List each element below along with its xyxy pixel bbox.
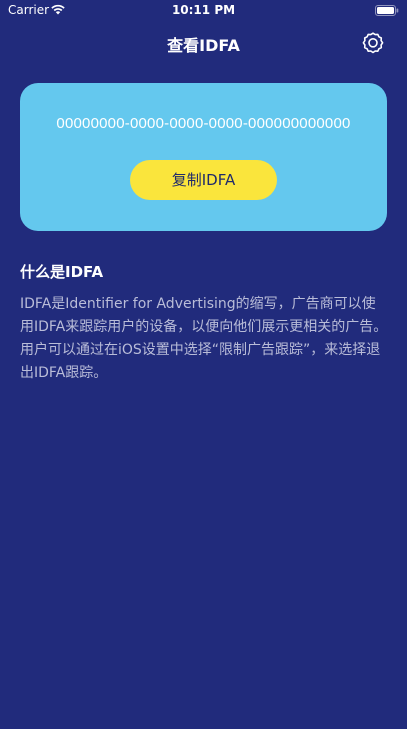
status-time: 10:11 PM	[171, 3, 236, 17]
idfa-value: 00000000-0000-0000-0000-000000000000	[56, 115, 351, 132]
status-bar: Carrier 10:11 PM	[0, 0, 407, 22]
info-heading: 什么是IDFA	[20, 263, 104, 281]
copy-idfa-button[interactable]: 复制IDFA	[130, 160, 277, 200]
info-body: IDFA是Identifier for Advertising的缩写，广告商可以…	[20, 296, 388, 381]
gear-icon[interactable]	[360, 30, 386, 56]
battery-icon	[375, 5, 399, 16]
screen: Carrier 10:11 PM 查看IDFA 00000000-0000-00…	[0, 0, 407, 729]
idfa-card: 00000000-0000-0000-0000-000000000000 复制I…	[20, 83, 387, 231]
page-title: 查看IDFA	[167, 36, 240, 55]
